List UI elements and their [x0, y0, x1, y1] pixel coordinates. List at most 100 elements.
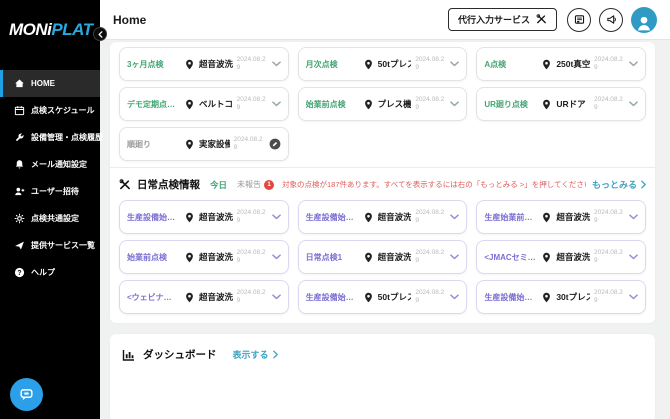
- daily-inspection-card[interactable]: 生産設備始… 30tプレス機 2024.08.29: [476, 280, 646, 314]
- inspection-date: 2024.08.29: [415, 249, 446, 266]
- daily-inspection-card[interactable]: 生産設備始… 超音波洗浄機 2024.08.29: [119, 200, 289, 234]
- unreported-filter[interactable]: 未報告 1: [237, 179, 274, 190]
- location-pin-icon: [541, 99, 552, 110]
- periodic-card-grid: 3ヶ月点検 超音波洗浄機 2024.08.29 月次点検 50tプレス機 202…: [119, 47, 646, 161]
- location-pin-icon: [363, 212, 374, 223]
- location-pin-icon: [541, 292, 552, 303]
- daily-inspection-card[interactable]: 日常点検1 超音波洗浄機 2024.08.29: [298, 240, 468, 274]
- proxy-input-service-label: 代行入力サービス: [458, 13, 530, 26]
- dashboard-header: ダッシュボード 表示する: [122, 347, 643, 362]
- daily-inspection-card[interactable]: <JMACセミ… 超音波洗浄機 2024.08.29: [476, 240, 646, 274]
- dashboard-show-link[interactable]: 表示する: [233, 348, 278, 361]
- sidebar-item-help[interactable]: ? ヘルプ: [0, 259, 100, 286]
- daily-inspection-card[interactable]: 生産始業前… 超音波洗浄機 2024.08.29: [476, 200, 646, 234]
- brand-logo-left: MONi: [9, 20, 51, 39]
- chat-button[interactable]: [10, 378, 43, 411]
- inspection-name: 生産設備始…: [127, 212, 180, 223]
- equipment-name: ベルトコン…: [199, 98, 233, 110]
- sidebar-item-common-settings[interactable]: 点検共通設定: [0, 205, 100, 232]
- inspection-name: <ウェビナ…: [127, 292, 180, 303]
- news-button[interactable]: [567, 8, 591, 32]
- sidebar-item-user-invite[interactable]: ユーザー招待: [0, 178, 100, 205]
- location-pin-icon: [184, 99, 195, 110]
- sidebar-item-mail-settings[interactable]: メール通知設定: [0, 151, 100, 178]
- gear-icon: [14, 213, 25, 224]
- unreported-count-badge: 1: [264, 180, 274, 190]
- sidebar-item-label: 点検スケジュール: [31, 105, 94, 116]
- svg-text:?: ?: [17, 270, 21, 277]
- location-pin-icon: [541, 59, 552, 70]
- megaphone-icon: [606, 14, 617, 25]
- sidebar-item-schedule[interactable]: 点検スケジュール: [0, 97, 100, 124]
- inspection-card[interactable]: 3ヶ月点検 超音波洗浄機 2024.08.29: [119, 47, 289, 81]
- inspection-date: 2024.08.29: [234, 136, 265, 153]
- equipment-name: 50tプレス機: [378, 58, 412, 70]
- sidebar-item-label: 設備管理・点検履歴: [31, 132, 103, 143]
- daily-inspection-card[interactable]: <ウェビナ… 超音波洗浄機 2024.08.29: [119, 280, 289, 314]
- inspection-date: 2024.08.29: [415, 56, 446, 73]
- inspection-card[interactable]: A点検 250t真空プ… 2024.08.29: [476, 47, 646, 81]
- see-more-link[interactable]: もっとみる: [592, 178, 646, 191]
- dashboard-title: ダッシュボード: [143, 347, 217, 362]
- location-pin-icon: [363, 99, 374, 110]
- inspection-date: 2024.08.29: [594, 289, 625, 306]
- location-pin-icon: [184, 59, 195, 70]
- chevron-down-icon: [629, 61, 638, 67]
- equipment-name: 超音波洗浄機: [378, 251, 412, 263]
- calendar-icon: [14, 105, 25, 116]
- wrench-icon: [14, 132, 25, 143]
- daily-inspection-card[interactable]: 生産設備始… 超音波洗浄機 2024.08.29: [298, 200, 468, 234]
- location-pin-icon: [541, 212, 552, 223]
- see-more-label: もっとみる: [592, 178, 637, 191]
- inspection-name: 順廻り: [127, 139, 180, 150]
- inspection-card[interactable]: 順廻り 実家設備 2024.08.29: [119, 127, 289, 161]
- equipment-name: URドア: [556, 98, 590, 110]
- equipment-name: 30tプレス機: [556, 291, 590, 303]
- chevron-down-icon: [450, 61, 459, 67]
- unreported-label: 未報告: [237, 179, 261, 190]
- inspection-date: 2024.08.29: [594, 56, 625, 73]
- user-avatar[interactable]: [631, 7, 657, 33]
- sidebar-collapse-button[interactable]: [93, 27, 107, 41]
- inspection-date: 2024.08.29: [415, 289, 446, 306]
- location-pin-icon: [184, 252, 195, 263]
- inspection-name: 始業前点検: [127, 252, 180, 263]
- help-icon: ?: [14, 267, 25, 278]
- inspection-name: デモ定期点…: [127, 99, 180, 110]
- user-invite-icon: [14, 186, 25, 197]
- inspection-card[interactable]: UR廻り点検 URドア 2024.08.29: [476, 87, 646, 121]
- equipment-name: 超音波洗浄機: [199, 251, 233, 263]
- services-icon: [14, 240, 25, 251]
- daily-inspection-card[interactable]: 生産設備始… 50tプレス機 2024.08.29: [298, 280, 468, 314]
- daily-inspection-card[interactable]: 始業前点検 超音波洗浄機 2024.08.29: [119, 240, 289, 274]
- bar-chart-icon: [122, 349, 135, 361]
- inspection-card[interactable]: デモ定期点… ベルトコン… 2024.08.29: [119, 87, 289, 121]
- daily-section-title: 日常点検情報: [137, 177, 200, 192]
- proxy-input-service-button[interactable]: 代行入力サービス: [448, 8, 557, 31]
- inspection-date: 2024.08.29: [237, 96, 268, 113]
- inspection-panel: 3ヶ月点検 超音波洗浄機 2024.08.29 月次点検 50tプレス機 202…: [110, 42, 655, 323]
- sidebar-item-home[interactable]: HOME: [0, 70, 100, 97]
- dashboard-show-label: 表示する: [233, 348, 269, 361]
- edit-icon: [269, 138, 281, 150]
- inspection-name: 月次点検: [306, 59, 359, 70]
- inspection-card[interactable]: 月次点検 50tプレス機 2024.08.29: [298, 47, 468, 81]
- sidebar-item-label: 提供サービス一覧: [31, 240, 95, 251]
- inspection-card[interactable]: 始業前点検 プレス機10 2024.08.29: [298, 87, 468, 121]
- inspection-name: <JMACセミ…: [484, 252, 537, 263]
- inspection-date: 2024.08.29: [594, 249, 625, 266]
- page-title: Home: [113, 13, 146, 27]
- sidebar-item-services-list[interactable]: 提供サービス一覧: [0, 232, 100, 259]
- inspection-name: UR廻り点検: [484, 99, 537, 110]
- inspection-date: 2024.08.29: [237, 289, 268, 306]
- sidebar-item-equipment-history[interactable]: 設備管理・点検履歴: [0, 124, 100, 151]
- tools-icon: [119, 179, 131, 191]
- chevron-down-icon: [272, 294, 281, 300]
- tools-icon: [536, 14, 547, 25]
- today-filter[interactable]: 今日: [210, 179, 227, 191]
- chevron-down-icon: [629, 214, 638, 220]
- sidebar-item-label: メール通知設定: [31, 159, 87, 170]
- sidebar-menu: HOME 点検スケジュール 設備管理・点検履歴 メール通知設定: [0, 70, 100, 286]
- equipment-name: 超音波洗浄機: [556, 251, 590, 263]
- announcement-button[interactable]: [599, 8, 623, 32]
